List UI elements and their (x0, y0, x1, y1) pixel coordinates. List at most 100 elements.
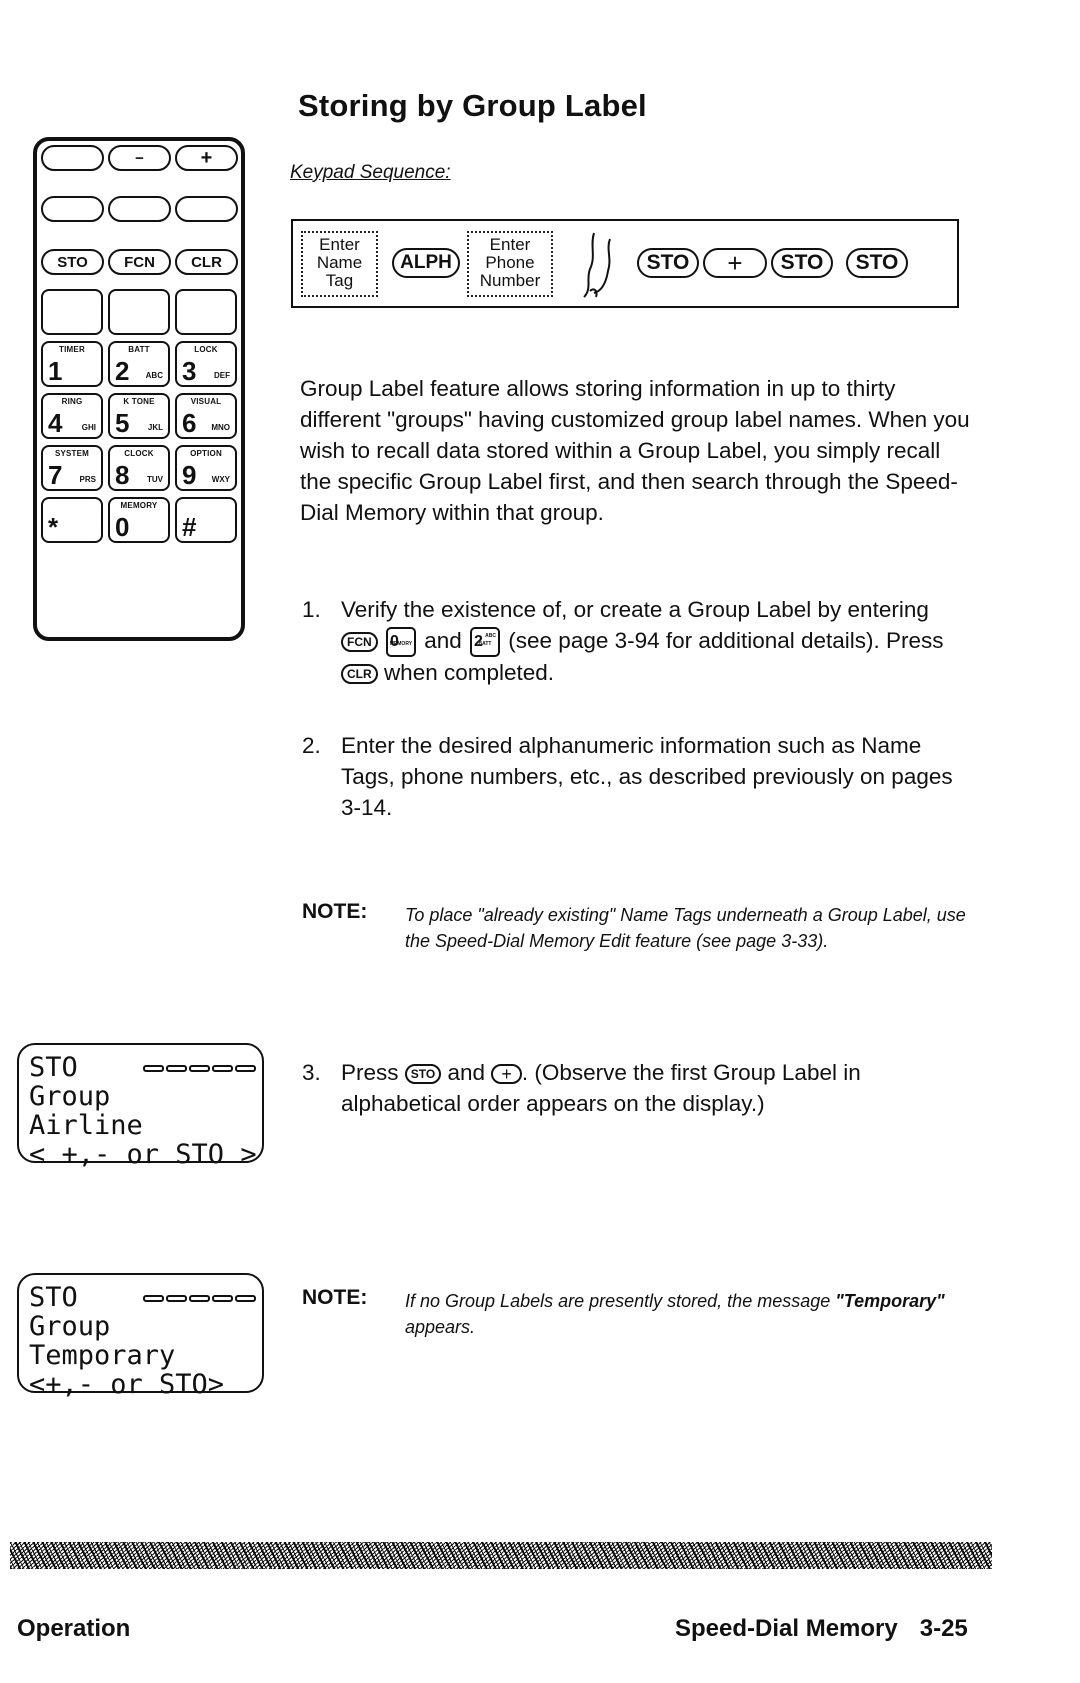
key-letters: GHI (81, 423, 96, 432)
key-digit: 9 (182, 460, 197, 490)
step-text-part: Verify the existence of, or create a Gro… (341, 597, 929, 622)
display-line: Airline (29, 1110, 143, 1141)
sequence-sto-key: STO (846, 248, 908, 278)
keypad-number-key: CLOCK 8 TUV (108, 445, 170, 491)
key-letters: WXY (211, 475, 230, 484)
keypad-soft-key (108, 289, 170, 335)
display-line: Group (29, 1311, 111, 1342)
key-digit: # (182, 512, 197, 542)
footer-section: Operation (17, 1615, 131, 1642)
keypad-blank-key (175, 196, 238, 222)
key-letters: ABC (145, 371, 163, 380)
keypad-sequence-box: Enter Name Tag ALPH Enter Phone Number S… (291, 219, 959, 308)
key-top-label: TIMER (59, 345, 85, 354)
note-text-part: appears. (405, 1317, 476, 1337)
note-emphasis: "Temporary" (835, 1291, 945, 1311)
lcd-display-temporary: STO Group Temporary <+,- or STO> (17, 1273, 264, 1399)
key-letters: MNO (211, 423, 230, 432)
step-text-part: Press (341, 1060, 399, 1085)
key-letters: ABC (485, 633, 497, 640)
key-top-label: VISUAL (190, 397, 222, 406)
sto-key-icon: STO (404, 1064, 442, 1085)
keypad-number-key: K TONE 5 JKL (108, 393, 170, 439)
alph-key: ALPH (392, 248, 460, 278)
step-text-part: and (424, 628, 462, 653)
note-2: NOTE: If no Group Labels are presently s… (302, 1286, 972, 1346)
key-digit: 4 (48, 408, 63, 438)
keypad-sequence-label: Keypad Sequence: (290, 162, 451, 183)
clr-key-icon: CLR (341, 664, 378, 685)
key-top-label: LOCK (194, 345, 218, 354)
keypad-sto-key: STO (41, 249, 104, 275)
hand-pointing-icon (583, 232, 611, 298)
phone-keypad-illustration: − + STO FCN CLR TIMER 1 BATT 2 ABC LOCK 3 DEF RI… (33, 137, 245, 641)
display-line: Group (29, 1081, 111, 1112)
step-2: 2. Enter the desired alphanumeric inform… (302, 730, 972, 830)
page-title: Storing by Group Label (298, 88, 647, 123)
keypad-number-key: TIMER 1 (41, 341, 103, 387)
keypad-number-key: MEMORY 0 (108, 497, 170, 543)
note-label: NOTE: (302, 1286, 368, 1309)
step-number: 1. (302, 597, 321, 622)
key-digit: 3 (182, 356, 197, 386)
step-text: Name (316, 253, 363, 272)
keypad-blank-key (41, 196, 104, 222)
keypad-minus-key: − (108, 145, 171, 171)
keypad-number-key: BATT 2 ABC (108, 341, 170, 387)
keypad-number-key: * (41, 497, 103, 543)
signal-bars-icon (143, 1065, 256, 1072)
step-text: Enter (319, 235, 360, 254)
keypad-number-key: VISUAL 6 MNO (175, 393, 237, 439)
key-letters: TUV (147, 475, 163, 484)
keypad-blank-key (108, 196, 171, 222)
key-top-label: MEMORY (120, 501, 158, 510)
sequence-sto-key: STO (771, 248, 833, 278)
step-text: Enter (489, 235, 531, 254)
step-text-part: (see page 3-94 for additional details). … (508, 628, 944, 653)
key-digit: 1 (48, 356, 63, 386)
note-text: If no Group Labels are presently stored,… (405, 1288, 975, 1340)
keypad-number-key: LOCK 3 DEF (175, 341, 237, 387)
keypad-soft-key (175, 289, 237, 335)
key-digit: * (48, 512, 59, 542)
plus-key-icon: + (491, 1064, 522, 1085)
key-digit: 2 (115, 356, 130, 386)
key-digit: 5 (115, 408, 130, 438)
key-top-label: SYSTEM (54, 449, 90, 458)
step-text: Enter the desired alphanumeric informati… (341, 733, 953, 820)
key-top-label: RING (61, 397, 83, 406)
step-text: Tag (325, 271, 354, 290)
memory-0-key-icon: MEMORY 0 (385, 627, 416, 658)
key-top-label: OPTION (190, 449, 222, 458)
page-number: 3-25 (919, 1615, 968, 1642)
keypad-plus-key: + (175, 145, 238, 171)
key-digit: 6 (182, 408, 197, 438)
step-text-part: and (447, 1060, 486, 1085)
fcn-key-icon: FCN (341, 632, 378, 653)
keypad-blank-key (41, 145, 104, 171)
key-digit: 0 (115, 512, 130, 542)
step-3: 3. Press STO and +. (Observe the first G… (302, 1057, 972, 1127)
keypad-soft-key (41, 289, 103, 335)
key-digit: 2 (474, 633, 483, 651)
key-letters: JKL (147, 423, 163, 432)
key-letters: DEF (214, 371, 230, 380)
key-letters: PRS (79, 475, 96, 484)
step-text-part: when completed. (383, 660, 555, 686)
keypad-number-key: # (175, 497, 237, 543)
enter-name-tag-step: Enter Name Tag (301, 231, 378, 297)
sequence-plus-key: + (703, 248, 767, 278)
display-line: Temporary (29, 1340, 176, 1371)
keypad-clr-key: CLR (175, 249, 238, 275)
lcd-display-airline: STO Group Airline < +,- or STO > (17, 1043, 264, 1169)
step-1: 1. Verify the existence of, or create a … (302, 594, 972, 694)
step-text: Press STO and +. (Observe the first Grou… (341, 1057, 971, 1119)
intro-paragraph: Group Label feature allows storing infor… (300, 376, 970, 525)
keypad-fcn-key: FCN (108, 249, 171, 275)
step-number: 3. (302, 1060, 321, 1085)
key-top-label: CLOCK (124, 449, 154, 458)
signal-bars-icon (143, 1295, 256, 1302)
note-text: To place "already existing" Name Tags un… (405, 905, 966, 951)
step-number: 2. (302, 733, 321, 758)
keypad-number-key: OPTION 9 WXY (175, 445, 237, 491)
